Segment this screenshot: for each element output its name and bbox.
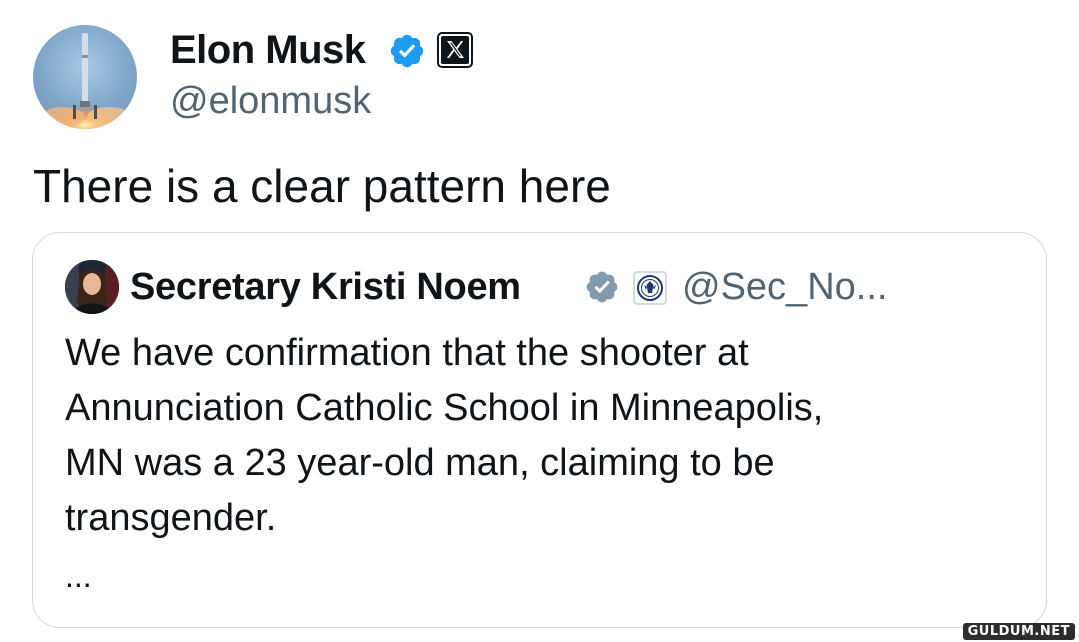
quoted-author-avatar[interactable] bbox=[65, 260, 119, 314]
author-handle[interactable]: @elonmusk bbox=[170, 78, 371, 124]
quoted-author-name[interactable]: Secretary Kristi Noem bbox=[130, 264, 521, 310]
quoted-text-line: We have confirmation that the shooter at bbox=[65, 332, 749, 374]
dhs-seal-icon bbox=[633, 271, 667, 305]
show-more-ellipsis[interactable]: ... bbox=[65, 556, 92, 596]
author-name[interactable]: Elon Musk bbox=[170, 26, 366, 74]
author-avatar[interactable] bbox=[33, 25, 137, 129]
verified-badge-icon bbox=[388, 32, 426, 70]
verified-badge-icon bbox=[584, 269, 620, 305]
x-logo-icon bbox=[437, 32, 473, 68]
quoted-author-handle[interactable]: @Sec_No... bbox=[682, 264, 887, 310]
quoted-tweet-text: We have confirmation that the shooter at… bbox=[65, 326, 1025, 546]
tweet-text: There is a clear pattern here bbox=[33, 160, 611, 212]
site-watermark: GULDUM.NET bbox=[962, 623, 1075, 640]
quoted-text-line: transgender. bbox=[65, 497, 277, 539]
quoted-text-line: Annunciation Catholic School in Minneapo… bbox=[65, 387, 824, 429]
quoted-text-line: MN was a 23 year-old man, claiming to be bbox=[65, 442, 775, 484]
